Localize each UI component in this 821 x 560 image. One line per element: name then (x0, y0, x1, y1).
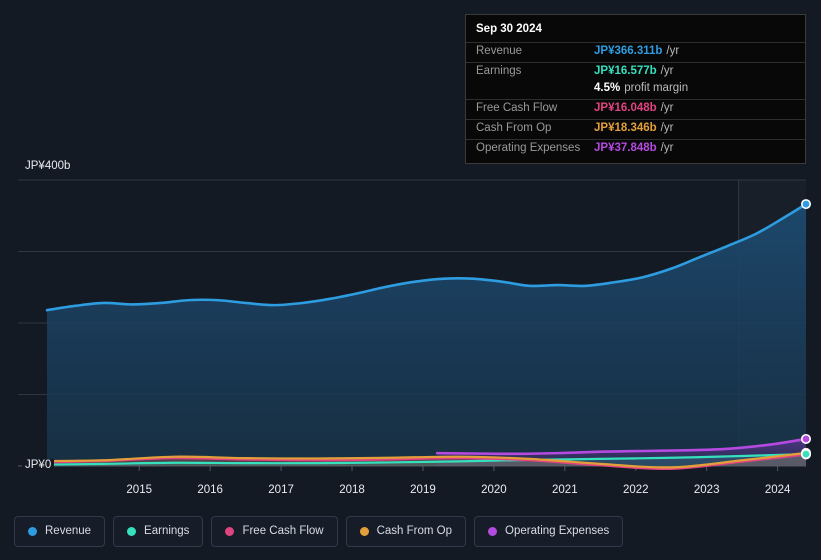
tooltip-row-label: Cash From Op (476, 122, 552, 134)
tooltip-row-suffix: /yr (660, 142, 674, 154)
data-tooltip: Sep 30 2024 Revenue JP¥366.311b/yr Earning… (465, 14, 806, 164)
tooltip-row-value-wrap: JP¥18.346b/yr (594, 122, 673, 134)
x-axis-tick-2024: 2024 (764, 484, 791, 496)
tooltip-row-label: Earnings (476, 65, 522, 77)
x-axis-tick-2023: 2023 (693, 484, 720, 496)
legend-item-label: Cash From Op (376, 524, 453, 537)
legend-swatch-icon (488, 527, 498, 536)
y-axis-label-max: JP¥400b (22, 160, 74, 175)
legend-item-label: Free Cash Flow (242, 524, 324, 537)
legend-item-label: Earnings (144, 524, 190, 537)
tooltip-row-value: 4.5% (594, 82, 621, 94)
tooltip-row-value: JP¥18.346b (594, 122, 657, 134)
tooltip-row-label: Revenue (476, 45, 523, 57)
tooltip-row: Cash From Op JP¥18.346b/yr (466, 119, 805, 139)
endpoint-marker-revenue (800, 199, 811, 210)
tooltip-row-value: JP¥366.311b (594, 45, 663, 57)
tooltip-row-label: Free Cash Flow (476, 102, 558, 114)
endpoint-marker-operating-expenses (800, 433, 811, 444)
series-area-revenue (47, 204, 806, 466)
tooltip-row: 4.5% profit margin (466, 82, 805, 99)
tooltip-row: Earnings JP¥16.577b/yr (466, 62, 805, 82)
x-axis-tick-2022: 2022 (622, 484, 649, 496)
x-axis-tick-2021: 2021 (552, 484, 578, 496)
tooltip-row-value-wrap: 4.5% profit margin (594, 82, 688, 94)
legend-item-label: Revenue (45, 524, 92, 537)
x-axis-tick-2018: 2018 (339, 484, 365, 496)
tooltip-date: Sep 30 2024 (476, 23, 542, 35)
legend-item-cash-from-op[interactable]: Cash From Op (345, 516, 467, 547)
tooltip-row-value: JP¥16.048b (594, 102, 657, 114)
x-axis-tick-2016: 2016 (197, 484, 223, 496)
legend-item-earnings[interactable]: Earnings (113, 516, 204, 547)
x-axis-tick-2017: 2017 (268, 484, 294, 496)
legend-item-free-cash-flow[interactable]: Free Cash Flow (211, 516, 338, 547)
tooltip-row-value-wrap: JP¥16.048b/yr (594, 102, 673, 114)
tooltip-row-suffix: /yr (666, 45, 680, 57)
legend-swatch-icon (359, 527, 369, 536)
chart-legend: Revenue Earnings Free Cash Flow Cash From O… (14, 516, 624, 547)
legend-swatch-icon (28, 527, 37, 536)
tooltip-row-value-wrap: JP¥16.577b/yr (594, 65, 673, 77)
x-axis-tick-2015: 2015 (126, 484, 152, 496)
endpoint-marker-earnings (800, 449, 811, 460)
legend-item-operating-expenses[interactable]: Operating Expenses (474, 516, 624, 547)
tooltip-row: Free Cash Flow JP¥16.048b/yr (466, 99, 805, 119)
x-axis-tick-2019: 2019 (410, 484, 436, 496)
y-axis-label-zero: JP¥0 (22, 459, 55, 474)
legend-item-label: Operating Expenses (505, 524, 610, 537)
tooltip-row-suffix: profit margin (624, 82, 689, 94)
tooltip-rows: Revenue JP¥366.311b/yr Earnings JP¥16.577b /… (466, 42, 805, 159)
tooltip-row-value: JP¥16.577b (594, 65, 657, 77)
tooltip-row-suffix: /yr (660, 122, 674, 134)
legend-swatch-icon (225, 527, 235, 536)
tooltip-row-label: Operating Expenses (476, 142, 581, 154)
legend-swatch-icon (127, 527, 137, 536)
tooltip-row-suffix: /yr (660, 65, 674, 77)
tooltip-row: Operating Expenses JP¥37.848b/yr (466, 139, 805, 159)
x-axis-tick-2020: 2020 (481, 484, 507, 496)
tooltip-row-value-wrap: JP¥366.311b/yr (594, 45, 679, 57)
legend-item-revenue[interactable]: Revenue (14, 516, 106, 547)
tooltip-row-value: JP¥37.848b (594, 142, 657, 154)
tooltip-row: Revenue JP¥366.311b/yr (466, 42, 805, 62)
tooltip-row-value-wrap: JP¥37.848b/yr (594, 142, 673, 154)
tooltip-row-suffix: /yr (660, 102, 674, 114)
